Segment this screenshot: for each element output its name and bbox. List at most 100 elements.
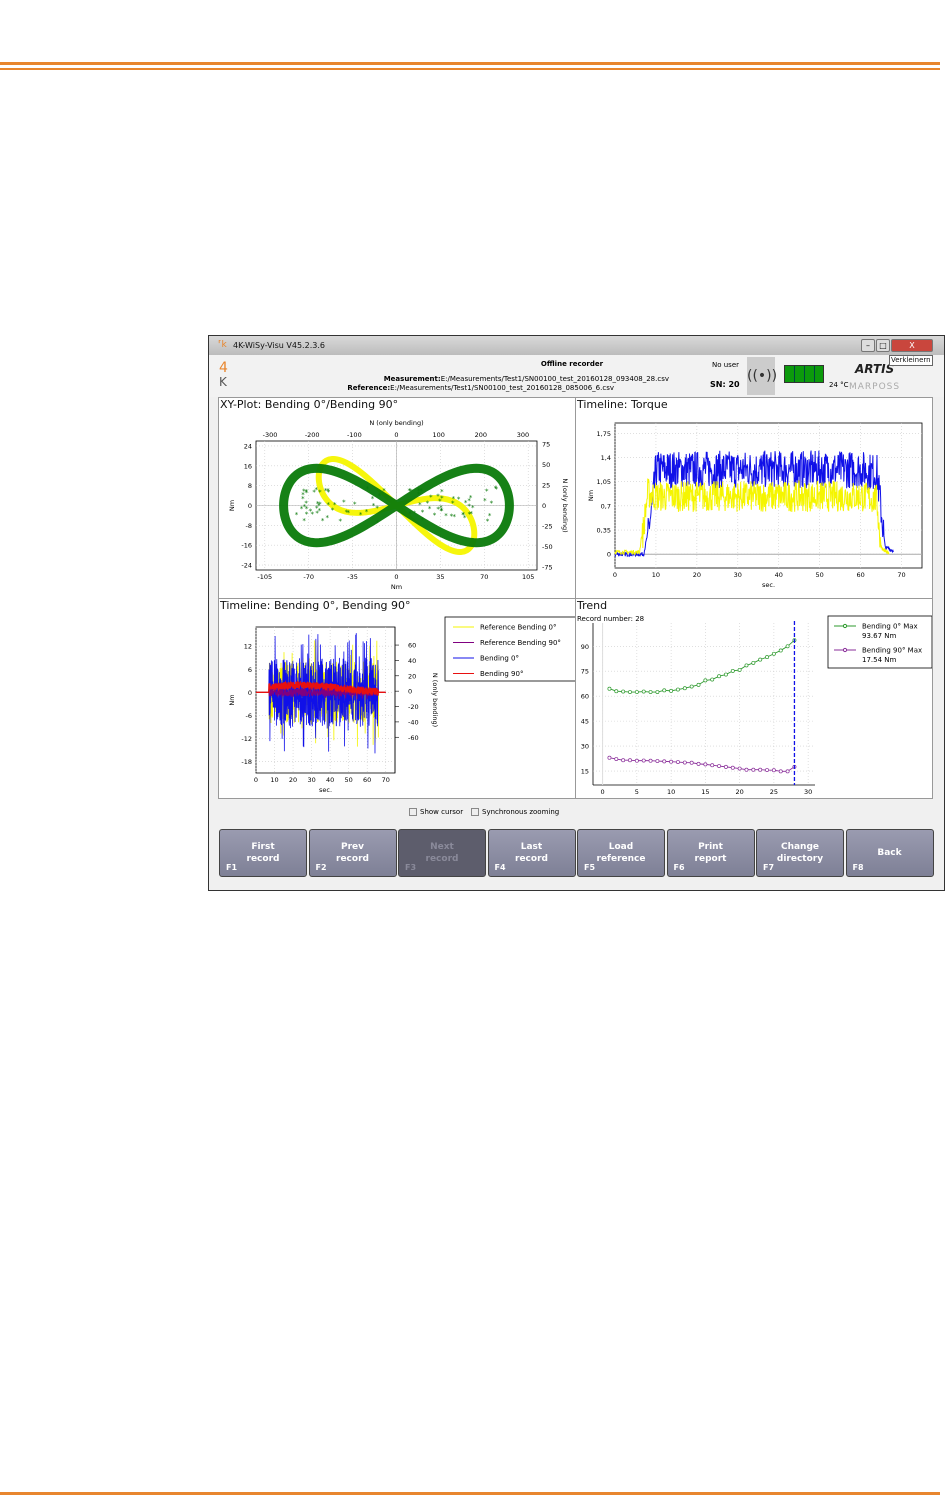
button-label: Last record (515, 842, 548, 864)
button-next-record: Next record F3 (398, 829, 486, 877)
title-bar: ⸢k 4K-WiSy-Visu V45.2.3.6 – □ X Verklein… (209, 336, 944, 366)
function-key-label: F8 (852, 863, 864, 872)
trend-point (682, 760, 687, 765)
xy-point: * (309, 507, 313, 515)
button-print-report[interactable]: Print report F6 (666, 829, 755, 877)
y-tick-label: 16 (244, 462, 252, 470)
measurement-label: Measurement: (383, 375, 441, 383)
xy-point: * (461, 511, 465, 519)
xy-point: * (436, 505, 440, 513)
right-tick-label: -60 (408, 734, 419, 742)
bending-panel: Timeline: Bending 0°, Bending 90° 0 10 20 3… (218, 598, 576, 799)
button-change-directory[interactable]: Change directory F7 (756, 829, 844, 877)
xy-point: * (318, 507, 322, 515)
minimize-button[interactable]: – (861, 339, 875, 352)
window-title: 4K-WiSy-Visu V45.2.3.6 (233, 341, 325, 350)
xy-point: * (485, 487, 489, 495)
logo-4k: 4K (219, 360, 228, 389)
x-tick-label: 20 (693, 571, 701, 579)
trend-point (785, 644, 790, 649)
y-tick-label: 45 (581, 718, 589, 726)
trend-point (669, 688, 674, 693)
button-label: Print report (694, 842, 727, 864)
trend-point (655, 690, 660, 694)
xy-point: * (371, 495, 375, 503)
trend-point (621, 689, 626, 694)
checkbox-box[interactable] (471, 808, 479, 816)
trend-point (751, 660, 756, 665)
button-first-record[interactable]: First record F1 (219, 829, 307, 877)
x-tick-label: 20 (735, 788, 743, 796)
x-tick-label: -105 (257, 573, 272, 581)
footer-rule (0, 1492, 940, 1495)
xy-point: * (359, 511, 363, 519)
button-back[interactable]: Back F8 (845, 829, 934, 877)
show-cursor-checkbox[interactable]: Show cursor (409, 808, 463, 816)
legend-label: Bending 0° (480, 655, 519, 663)
trend-point (614, 757, 619, 762)
x-tick-label: 10 (667, 788, 675, 796)
trend-point (628, 758, 632, 763)
battery-icon (784, 365, 824, 383)
trend-point (778, 769, 783, 774)
trend-point (717, 674, 722, 679)
xy-point: * (365, 508, 369, 516)
right-tick-label: 75 (542, 441, 550, 449)
button-label: First record (246, 842, 280, 864)
signal-icon[interactable]: ((•)) (747, 357, 777, 395)
y-tick-label: 30 (581, 743, 589, 751)
xy-point: * (421, 516, 425, 524)
button-last-record[interactable]: Last record F4 (487, 829, 576, 877)
xy-point: * (326, 514, 330, 522)
bending-chart[interactable]: 0 10 20 30 40 50 60 701260-6-12-18sec.Nm6040200… (219, 599, 575, 798)
y-axis-label: Nm (228, 694, 236, 705)
checkbox-box[interactable] (409, 808, 417, 816)
brand-marposs-logo: MARPOSS (849, 382, 901, 392)
y-tick-label: 6 (248, 666, 252, 674)
trend-point (669, 759, 674, 764)
torque-chart[interactable]: 0 10 20 30 40 50 60 70 1,75 1,4 1,05 0,7 0,35 0 sec. Nm (576, 398, 932, 598)
button-label: Next record (425, 842, 459, 864)
reference-line: Reference:E:/Measurements/Test1/SN00100_… (319, 384, 669, 392)
function-key-label: F2 (315, 863, 327, 872)
reference-path: E:/Measurements/Test1/SN00100_test_20160… (390, 384, 614, 392)
y-tick-label: 60 (581, 693, 589, 701)
trend-panel: Trend Record number: 28 0 5 10 15 20 25 30 90 75… (575, 598, 933, 799)
header: 4K Offline recorder Measurement:E:/Measu… (209, 355, 944, 397)
xy-point: * (444, 512, 448, 520)
x-tick-label: 60 (363, 776, 371, 784)
x-tick-label: 50 (345, 776, 353, 784)
close-button[interactable]: X (891, 339, 933, 352)
maximize-button[interactable]: □ (876, 339, 890, 352)
trend-point (682, 686, 687, 691)
button-load-reference[interactable]: Load reference F5 (577, 829, 665, 877)
x-tick-label: -70 (303, 573, 314, 581)
x-tick-label: 5 (635, 788, 639, 796)
x-tick-label: 20 (289, 776, 297, 784)
xy-point: * (440, 488, 444, 496)
temperature: 24 °C (829, 381, 849, 389)
trend-chart[interactable]: 0 5 10 15 20 25 30 90 75 60 45 30 15 Bending 0° Max93… (576, 599, 932, 798)
trend-point (758, 657, 763, 662)
y-tick-label: 0 (248, 689, 252, 697)
y-tick-label: 1,05 (597, 478, 611, 486)
button-prev-record[interactable]: Prev record F2 (308, 829, 397, 877)
trend-point (778, 648, 783, 653)
sync-zoom-checkbox[interactable]: Synchronous zooming (471, 808, 559, 816)
xy-point: * (412, 509, 416, 517)
trend-point (730, 765, 735, 770)
xy-plot-chart[interactable]: -105 -70 -35 0 35 70 105 24 16 8 0 -8 -16 -24 Nm Nm -300… (219, 398, 575, 598)
trend-line-0 (609, 639, 795, 693)
trend-point (785, 769, 790, 774)
legend-marker (842, 647, 848, 653)
legend-label: Reference Bending 0° (480, 624, 556, 632)
trend-point (730, 668, 735, 673)
trend-point (689, 760, 694, 765)
x-axis-label: Nm (391, 583, 402, 591)
right-tick-label: -75 (542, 563, 553, 571)
right-axis-label: N (only bending) (431, 673, 439, 727)
xy-point: * (347, 509, 351, 517)
button-label: Prev record (336, 842, 369, 864)
y-tick-label: 1,4 (601, 454, 611, 462)
xy-point: * (429, 494, 433, 502)
